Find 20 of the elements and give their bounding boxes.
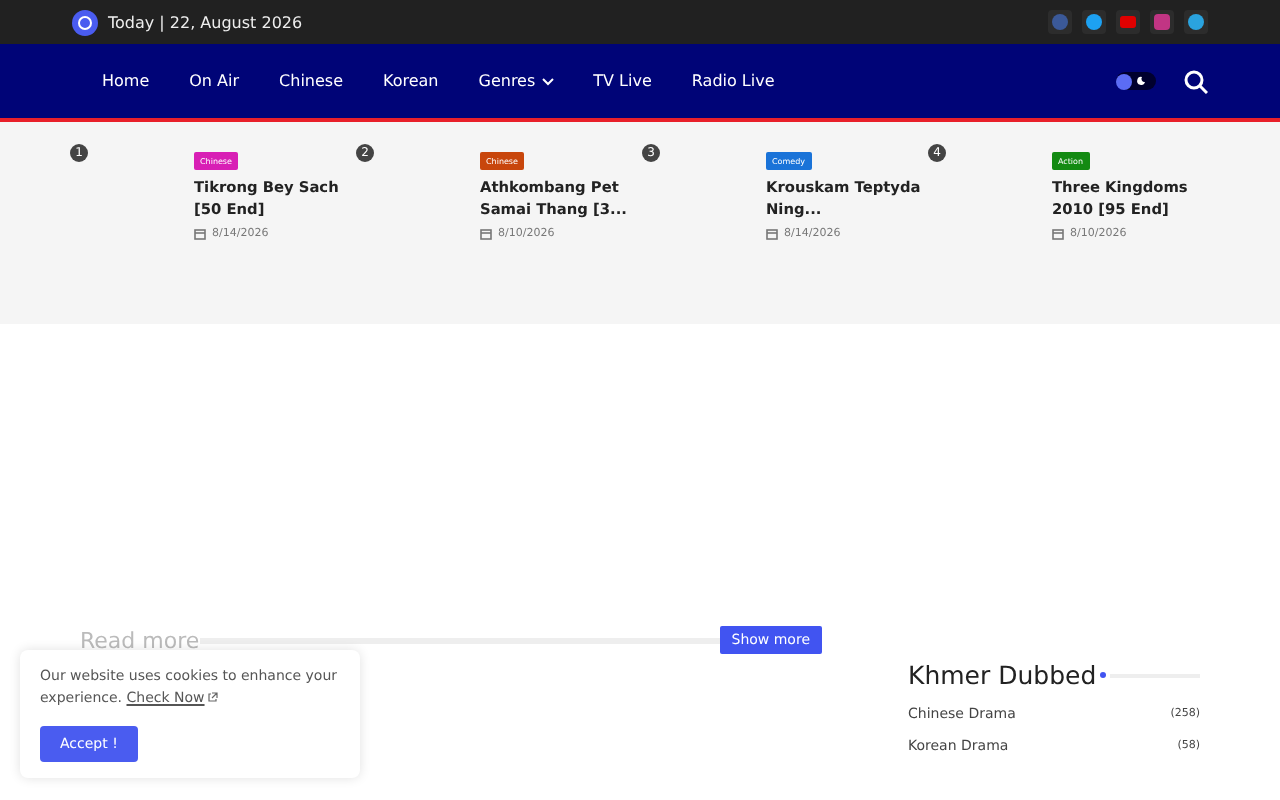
nav-link[interactable]: Radio Live: [691, 72, 775, 90]
caret-icon[interactable]: [541, 77, 554, 85]
calendar-icon: [766, 228, 778, 240]
moon-icon: [1136, 76, 1146, 86]
widget-title: Khmer Dubbed: [908, 660, 1097, 690]
clock-icon: [72, 9, 98, 35]
nav-link[interactable]: Chinese: [279, 72, 343, 90]
calendar-icon: [1052, 228, 1064, 240]
date-text: Today | 22, August 2026: [108, 13, 303, 31]
calendar-icon: [194, 228, 206, 240]
section-heading: Read more: [80, 627, 200, 653]
nav-link[interactable]: TV Live: [593, 72, 652, 90]
external-link-icon: [208, 692, 219, 702]
nav-link[interactable]: On Air: [189, 72, 240, 90]
theme-toggle[interactable]: [1116, 72, 1156, 90]
nav-link[interactable]: Genres: [478, 72, 554, 90]
search-icon[interactable]: [1184, 69, 1208, 93]
nav-link[interactable]: Korean: [383, 72, 439, 90]
calendar-icon: [480, 228, 492, 240]
nav-link[interactable]: Home: [102, 72, 150, 90]
